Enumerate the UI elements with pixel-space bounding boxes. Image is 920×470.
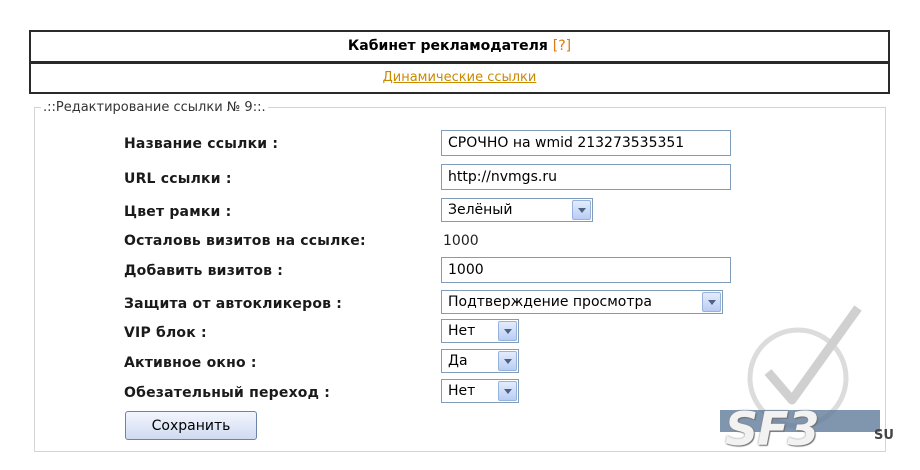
save-button[interactable]: Сохранить	[125, 411, 257, 440]
watermark-logo: SF3	[725, 402, 820, 456]
required-click-label: Обезательный переход :	[124, 385, 330, 401]
vip-block-label: VIP блок :	[124, 325, 207, 341]
form-legend: .::Редактирование ссылки № 9::.	[43, 100, 266, 115]
chevron-down-icon[interactable]	[702, 292, 721, 312]
page-title: Кабинет рекламодателя	[347, 38, 548, 54]
vip-block-value: Нет	[448, 323, 476, 339]
link-url-input[interactable]: http://nvmgs.ru	[441, 164, 731, 190]
active-window-label: Активное окно :	[124, 355, 257, 371]
link-name-input[interactable]: СРОЧНО на wmid 213273535351	[441, 130, 731, 156]
active-window-value: Да	[448, 353, 468, 369]
vip-block-select[interactable]: Нет	[441, 319, 519, 343]
required-click-value: Нет	[448, 383, 476, 399]
visits-left-value: 1000	[443, 233, 479, 249]
required-click-select[interactable]: Нет	[441, 379, 519, 403]
help-link[interactable]: [?]	[553, 38, 571, 54]
click-protection-value: Подтверждение просмотра	[448, 294, 652, 310]
active-window-select[interactable]: Да	[441, 349, 519, 373]
add-visits-input[interactable]: 1000	[441, 257, 731, 283]
click-protection-label: Защита от автокликеров :	[124, 296, 343, 312]
watermark-suffix: SU	[874, 428, 894, 443]
click-protection-select[interactable]: Подтверждение просмотра	[441, 290, 723, 314]
frame-color-select[interactable]: Зелёный	[441, 198, 593, 222]
advertiser-cabinet-header: Кабинет рекламодателя [?]	[29, 30, 890, 63]
nav-box: Динамические ссылки	[29, 62, 890, 94]
chevron-down-icon[interactable]	[498, 381, 517, 401]
link-name-label: Название ссылки :	[124, 136, 279, 152]
visits-left-label: Осталовь визитов на ссылке:	[124, 233, 366, 249]
chevron-down-icon[interactable]	[498, 321, 517, 341]
dynamic-links-link[interactable]: Динамические ссылки	[383, 70, 537, 85]
link-url-label: URL ссылки :	[124, 171, 232, 187]
chevron-down-icon[interactable]	[498, 351, 517, 371]
frame-color-value: Зелёный	[448, 202, 513, 218]
frame-color-label: Цвет рамки :	[124, 204, 232, 220]
chevron-down-icon[interactable]	[572, 200, 591, 220]
add-visits-label: Добавить визитов :	[124, 263, 284, 279]
